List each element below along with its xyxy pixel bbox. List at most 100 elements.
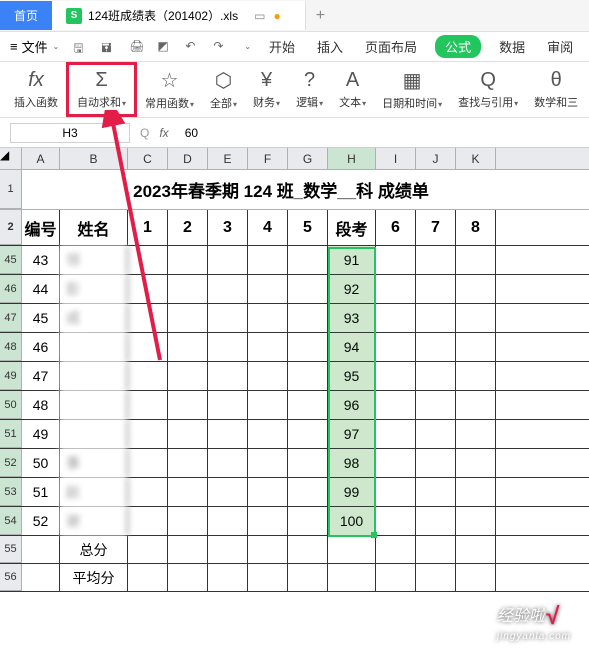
row-header[interactable]: 49 <box>0 362 22 390</box>
total-row: 55 总分 <box>0 536 589 564</box>
menu-start[interactable]: 开始 <box>265 35 299 58</box>
cell-score[interactable]: 98 <box>328 449 376 477</box>
row-header[interactable]: 54 <box>0 507 22 535</box>
menu-layout[interactable]: 页面布局 <box>361 35 421 58</box>
cell-score[interactable]: 97 <box>328 420 376 448</box>
row-header[interactable]: 51 <box>0 420 22 448</box>
cell-score[interactable]: 95 <box>328 362 376 390</box>
total-label[interactable]: 总分 <box>60 536 128 563</box>
save-icon[interactable]: 🖫 <box>73 39 89 55</box>
cell-name[interactable] <box>60 391 128 419</box>
cell-id[interactable]: 50 <box>22 449 60 477</box>
cell-name[interactable] <box>60 333 128 361</box>
col-header-D[interactable]: D <box>168 148 208 169</box>
cell-id[interactable]: 43 <box>22 246 60 274</box>
cell-id[interactable]: 44 <box>22 275 60 303</box>
print-icon[interactable]: 🖨 <box>129 39 145 55</box>
ribbon-logic[interactable]: ? 逻辑▾ <box>288 62 331 117</box>
menu-formula[interactable]: 公式 <box>435 35 481 58</box>
new-tab-button[interactable]: + <box>306 7 335 25</box>
col-header-C[interactable]: C <box>128 148 168 169</box>
cell-score[interactable]: 94 <box>328 333 376 361</box>
menu-data[interactable]: 数据 <box>495 35 529 58</box>
row-header[interactable]: 52 <box>0 449 22 477</box>
cell-score[interactable]: 92 <box>328 275 376 303</box>
cell-score[interactable]: 99 <box>328 478 376 506</box>
cell-name[interactable]: 彭 <box>60 275 128 303</box>
cell-name[interactable]: 事 <box>60 449 128 477</box>
row-header[interactable]: 45 <box>0 246 22 274</box>
ribbon-math[interactable]: θ 数学和三 <box>526 62 586 117</box>
col-header-J[interactable]: J <box>416 148 456 169</box>
col-header-K[interactable]: K <box>456 148 496 169</box>
name-box[interactable] <box>10 123 130 143</box>
ribbon-lookup[interactable]: Q 查找与引用▾ <box>450 62 526 117</box>
col-header-F[interactable]: F <box>248 148 288 169</box>
cell-name[interactable]: 谢 <box>60 507 128 535</box>
menu-review[interactable]: 审阅 <box>543 35 577 58</box>
row-header[interactable]: 1 <box>0 170 22 209</box>
avg-label[interactable]: 平均分 <box>60 564 128 591</box>
col-header-I[interactable]: I <box>376 148 416 169</box>
formula-input[interactable] <box>179 124 579 142</box>
fx-label-icon[interactable]: fx <box>159 126 168 140</box>
cell-id[interactable]: 48 <box>22 391 60 419</box>
ribbon-auto-sum[interactable]: Σ 自动求和▾ <box>66 62 137 117</box>
col-header-B[interactable]: B <box>60 148 128 169</box>
toolbar-overflow[interactable]: ⌄ <box>244 42 251 51</box>
cell-id[interactable]: 52 <box>22 507 60 535</box>
ribbon-insert-function[interactable]: fx 插入函数 <box>6 62 66 117</box>
select-all-corner[interactable]: ◢ <box>0 148 22 169</box>
ribbon-text[interactable]: A 文本▾ <box>331 62 374 117</box>
cell-id[interactable]: 46 <box>22 333 60 361</box>
row-header[interactable]: 55 <box>0 536 22 563</box>
sheet-title[interactable]: 2023年春季期 124 班_数学__科 成绩单 <box>60 170 502 209</box>
cell-score[interactable]: 91 <box>328 246 376 274</box>
menu-insert[interactable]: 插入 <box>313 35 347 58</box>
header-id[interactable]: 编号 <box>22 210 60 245</box>
cell-name[interactable] <box>60 362 128 390</box>
table-row: 52 50 事 98 <box>0 449 589 478</box>
tab-home[interactable]: 首页 <box>0 1 52 30</box>
theta-icon: θ <box>551 69 562 92</box>
row-header[interactable]: 50 <box>0 391 22 419</box>
row-header[interactable]: 48 <box>0 333 22 361</box>
cell-score[interactable]: 93 <box>328 304 376 332</box>
cell-id[interactable]: 49 <box>22 420 60 448</box>
search-small-icon[interactable]: Q <box>140 126 149 140</box>
row-header[interactable]: 53 <box>0 478 22 506</box>
header-name[interactable]: 姓名 <box>60 210 128 245</box>
col-header-H[interactable]: H <box>328 148 376 169</box>
save-as-icon[interactable]: 🖬 <box>101 39 117 55</box>
row-header[interactable]: 2 <box>0 210 22 245</box>
tab-dropdown-icon[interactable]: ▭ <box>254 9 265 23</box>
row-header[interactable]: 46 <box>0 275 22 303</box>
col-header-E[interactable]: E <box>208 148 248 169</box>
cell-name[interactable] <box>60 420 128 448</box>
col-header-A[interactable]: A <box>22 148 60 169</box>
cell-id[interactable]: 51 <box>22 478 60 506</box>
tab-bar: 首页 S 124班成绩表（201402）.xls ▭ ● + <box>0 0 589 32</box>
chevron-down-icon: ▾ <box>122 99 126 108</box>
file-menu[interactable]: ≡ 文件 ⌄ <box>10 37 59 56</box>
row-header[interactable]: 47 <box>0 304 22 332</box>
col-header-G[interactable]: G <box>288 148 328 169</box>
ribbon-finance[interactable]: ¥ 财务▾ <box>245 62 288 117</box>
ribbon-all[interactable]: ⬡ 全部▾ <box>202 62 245 117</box>
cell-id[interactable]: 45 <box>22 304 60 332</box>
ribbon-common-functions[interactable]: ☆ 常用函数▾ <box>137 62 202 117</box>
redo-icon[interactable]: ↷ <box>213 39 229 55</box>
tab-file[interactable]: S 124班成绩表（201402）.xls ▭ ● <box>52 1 306 30</box>
cell-name[interactable]: 赵 <box>60 478 128 506</box>
row-header[interactable]: 56 <box>0 564 22 591</box>
ribbon-datetime[interactable]: ▦ 日期和时间▾ <box>374 62 450 117</box>
cell-score[interactable]: 100 <box>328 507 376 535</box>
undo-icon[interactable]: ↶ <box>185 39 201 55</box>
header-exam[interactable]: 段考 <box>328 210 376 245</box>
formula-bar: Q fx <box>0 118 589 148</box>
cell-id[interactable]: 47 <box>22 362 60 390</box>
cell-name[interactable]: 成 <box>60 304 128 332</box>
print-preview-icon[interactable]: ◩ <box>157 39 173 55</box>
cell-name[interactable]: 领 <box>60 246 128 274</box>
cell-score[interactable]: 96 <box>328 391 376 419</box>
